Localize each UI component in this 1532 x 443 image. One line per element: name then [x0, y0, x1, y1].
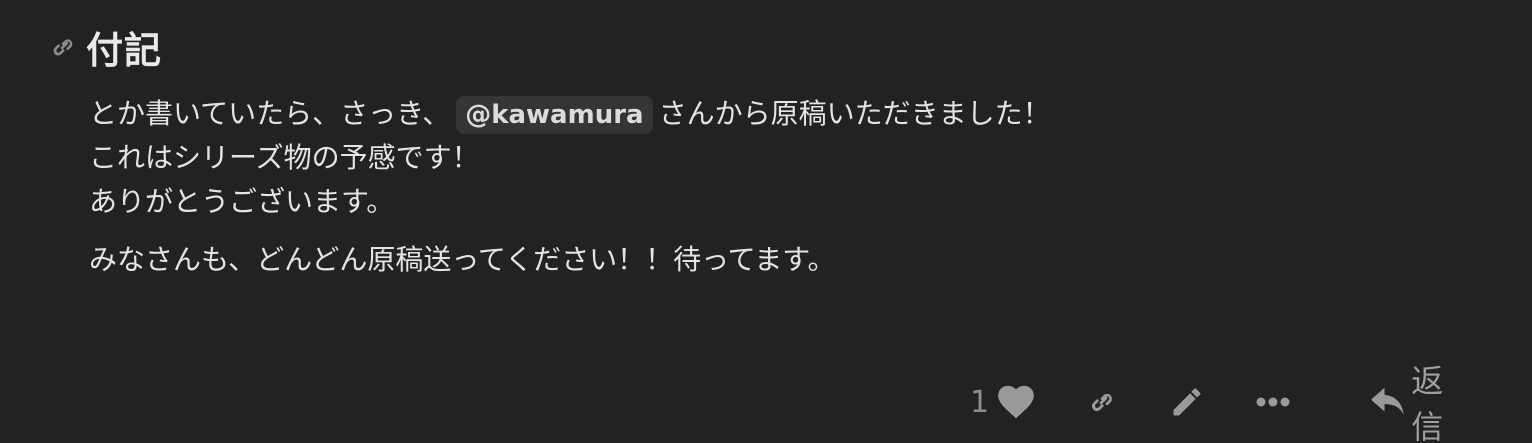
heart-icon	[998, 385, 1034, 419]
line3: ありがとうございます。	[89, 185, 395, 218]
paragraph-2: みなさんも、どんどん原稿送ってください！！待ってます。	[89, 238, 1051, 282]
reply-label: 返信	[1411, 362, 1444, 443]
post-actions: 1 返信	[960, 362, 1472, 443]
line1-before: とか書いていたら、さっき、	[89, 97, 451, 130]
edit-button[interactable]	[1169, 384, 1205, 420]
more-button[interactable]	[1255, 396, 1291, 408]
line2: これはシリーズ物の予感です！	[89, 141, 480, 174]
paragraph-1: とか書いていたら、さっき、 @kawamura さんから原稿いただきました！ これは…	[89, 92, 1051, 224]
pencil-icon	[1173, 388, 1201, 416]
post-body: とか書いていたら、さっき、 @kawamura さんから原稿いただきました！ これは…	[89, 92, 1051, 282]
anchor-link-icon[interactable]	[46, 30, 80, 64]
like-count[interactable]: 1	[970, 385, 989, 420]
post: 付記 とか書いていたら、さっき、 @kawamura さんから原稿いただきました！ …	[0, 0, 1532, 443]
line1-after: さんから原稿いただきました！	[658, 97, 1051, 130]
share-link-button[interactable]	[1085, 385, 1119, 419]
ellipsis-icon	[1256, 397, 1290, 407]
line4: みなさんも、どんどん原稿送ってください！！待ってます。	[89, 243, 836, 276]
user-mention[interactable]: @kawamura	[456, 96, 653, 134]
reply-arrow-icon	[1371, 387, 1404, 415]
reply-button[interactable]: 返信	[1371, 356, 1472, 443]
like-button[interactable]	[997, 385, 1035, 419]
heading-title: 付記	[86, 29, 162, 72]
link-icon	[1092, 393, 1113, 412]
post-heading: 付記	[46, 24, 162, 72]
